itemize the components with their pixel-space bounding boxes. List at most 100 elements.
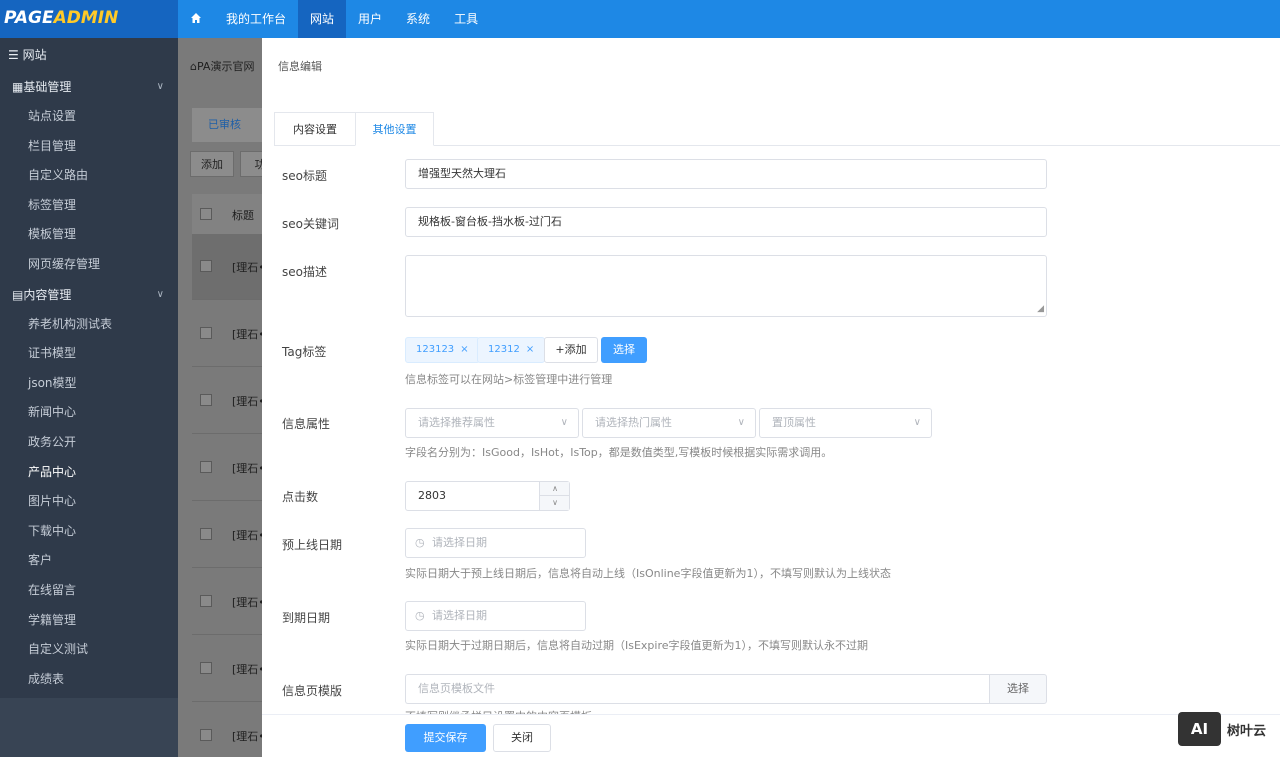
table-row[interactable]: [理石• — [192, 234, 262, 300]
close-icon[interactable]: × — [526, 344, 534, 355]
sidebar-footer — [0, 698, 178, 757]
expire-date-picker[interactable]: ◷ 请选择日期 — [405, 601, 586, 631]
table-row[interactable]: [理石• — [192, 703, 262, 757]
table-row[interactable]: [理石• — [192, 301, 262, 367]
row-checkbox[interactable] — [200, 662, 212, 674]
chevron-up-icon[interactable]: ∧ — [540, 482, 570, 496]
row-checkbox[interactable] — [200, 394, 212, 406]
logo[interactable]: PAGEADMIN — [4, 8, 118, 28]
row-title: [理石• — [232, 395, 262, 408]
column-header-title: 标题 — [232, 209, 254, 222]
sidebar-item-customers[interactable]: 客户 — [0, 546, 178, 576]
sidebar-item-certificate[interactable]: 证书模型 — [0, 339, 178, 369]
sidebar-item-images[interactable]: 图片中心 — [0, 487, 178, 517]
sidebar-group-label: 内容管理 — [23, 287, 72, 302]
sidebar-group-basic[interactable]: ▦基础管理 ∨ — [0, 72, 178, 102]
tab-content-settings[interactable]: 内容设置 — [274, 112, 355, 146]
clicks-stepper[interactable]: 2803 ∧ ∨ — [405, 481, 570, 511]
row-checkbox[interactable] — [200, 260, 212, 272]
row-checkbox[interactable] — [200, 327, 212, 339]
sidebar-item-grades[interactable]: 成绩表 — [0, 665, 178, 695]
row-title: [理石• — [232, 663, 262, 676]
sidebar-item-products[interactable]: 产品中心 — [0, 458, 178, 488]
sidebar-item-columns[interactable]: 栏目管理 — [0, 132, 178, 162]
row-title: [理石• — [232, 596, 262, 609]
seo-keywords-input[interactable]: 规格板-窗台板-挡水板-过门石 — [405, 207, 1047, 237]
tab-approved[interactable]: 已审核 — [192, 108, 262, 142]
table-row[interactable]: [理石• — [192, 368, 262, 434]
document-icon: ▤ — [12, 287, 24, 302]
table-row[interactable]: [理石• — [192, 569, 262, 635]
nav-tools[interactable]: 工具 — [442, 0, 490, 38]
table-row[interactable]: [理石• — [192, 435, 262, 501]
sidebar-item-downloads[interactable]: 下载中心 — [0, 517, 178, 547]
expire-help-text: 实际日期大于过期日期后，信息将自动过期（IsExpire字段值更新为1），不填写… — [405, 639, 869, 652]
attribute-help-text: 字段名分别为：IsGood，IsHot，IsTop，都是数值类型,写模板时候根据… — [405, 446, 833, 459]
add-button[interactable]: 添加 — [190, 151, 234, 177]
row-checkbox[interactable] — [200, 729, 212, 741]
close-button[interactable]: 关闭 — [493, 724, 551, 752]
seo-title-label: seo标题 — [282, 169, 327, 183]
sidebar-item-json[interactable]: json模型 — [0, 369, 178, 399]
nav-website[interactable]: 网站 — [298, 0, 347, 38]
table-row[interactable]: [理石• — [192, 502, 262, 568]
nav-workbench[interactable]: 我的工作台 — [214, 0, 298, 38]
nav-users[interactable]: 用户 — [346, 0, 394, 38]
sidebar-item-students[interactable]: 学籍管理 — [0, 606, 178, 636]
sidebar-item-tags[interactable]: 标签管理 — [0, 191, 178, 221]
seo-description-textarea[interactable]: ◢ — [405, 255, 1047, 317]
select-all-checkbox[interactable] — [200, 208, 212, 220]
drawer-title: 信息编辑 — [278, 60, 322, 73]
sidebar-item-government[interactable]: 政务公开 — [0, 428, 178, 458]
action-button[interactable]: 功 — [240, 151, 262, 177]
hot-attribute-select[interactable]: 请选择热门属性 ∨ — [582, 408, 756, 438]
nav-system[interactable]: 系统 — [394, 0, 442, 38]
tag-label: Tag标签 — [282, 345, 327, 359]
sidebar-item-cache[interactable]: 网页缓存管理 — [0, 250, 178, 280]
table-row[interactable]: [理石• — [192, 636, 262, 702]
close-icon[interactable]: × — [460, 344, 468, 355]
home-icon[interactable] — [178, 0, 214, 38]
recommend-attribute-select[interactable]: 请选择推荐属性 ∨ — [405, 408, 579, 438]
chevron-down-icon: ∨ — [156, 81, 164, 92]
logo-text-accent: ADMIN — [53, 8, 119, 28]
tab-other-settings[interactable]: 其他设置 — [355, 112, 434, 146]
row-checkbox[interactable] — [200, 595, 212, 607]
row-title: [理石• — [232, 462, 262, 475]
add-tag-button[interactable]: +添加 — [544, 337, 598, 363]
home-icon: ⌂ — [190, 60, 197, 73]
template-select-button[interactable]: 选择 — [989, 674, 1047, 704]
chevron-down-icon[interactable]: ∨ — [540, 496, 570, 510]
breadcrumb: ⌂PA演示官网 — [190, 58, 254, 74]
top-navbar: PAGEADMIN 我的工作台 网站 用户 系统 工具 — [0, 0, 1280, 38]
clicks-label: 点击数 — [282, 490, 319, 504]
sidebar-item-messages[interactable]: 在线留言 — [0, 576, 178, 606]
sidebar-group-content[interactable]: ▤内容管理 ∨ — [0, 280, 178, 310]
sidebar-item-elderly[interactable]: 养老机构测试表 — [0, 310, 178, 340]
row-checkbox[interactable] — [200, 461, 212, 473]
seo-description-label: seo描述 — [282, 265, 327, 279]
resize-handle-icon[interactable]: ◢ — [1037, 305, 1044, 314]
online-date-picker[interactable]: ◷ 请选择日期 — [405, 528, 586, 558]
edit-drawer: 信息编辑 内容设置 其他设置 seo标题 增强型天然大理石 seo关键词 规格板… — [262, 38, 1280, 757]
save-button[interactable]: 提交保存 — [405, 724, 486, 752]
breadcrumb-label: PA演示官网 — [196, 60, 255, 73]
online-date-label: 预上线日期 — [282, 538, 343, 552]
sidebar-item-custom-test[interactable]: 自定义测试 — [0, 635, 178, 665]
grid-icon: ▦ — [12, 80, 24, 94]
sidebar-item-routes[interactable]: 自定义路由 — [0, 161, 178, 191]
sidebar-item-news[interactable]: 新闻中心 — [0, 398, 178, 428]
expire-date-label: 到期日期 — [282, 611, 331, 625]
template-input[interactable]: 信息页模板文件 — [405, 674, 989, 704]
sidebar-item-templates[interactable]: 模板管理 — [0, 220, 178, 250]
tag-help-text: 信息标签可以在网站>标签管理中进行管理 — [405, 373, 613, 386]
sidebar-group-label: 基础管理 — [23, 80, 72, 94]
select-tag-button[interactable]: 选择 — [601, 337, 647, 363]
chevron-down-icon: ∨ — [560, 417, 568, 428]
seo-title-input[interactable]: 增强型天然大理石 — [405, 159, 1047, 189]
top-attribute-select[interactable]: 置顶属性 ∨ — [759, 408, 932, 438]
sidebar-item-site-settings[interactable]: 站点设置 — [0, 102, 178, 132]
row-checkbox[interactable] — [200, 528, 212, 540]
logo-text: PAGE — [4, 8, 54, 28]
sidebar-title[interactable]: ☰ 网站 — [0, 38, 178, 72]
